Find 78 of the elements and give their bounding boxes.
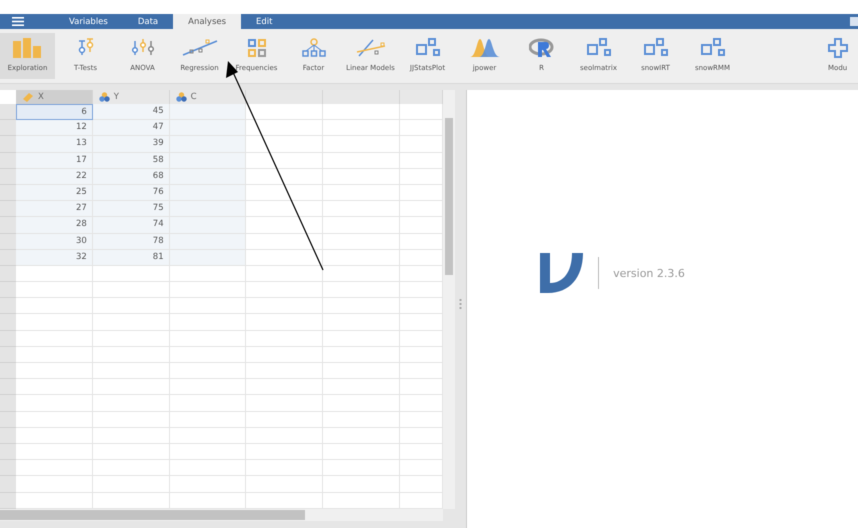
plus-icon xyxy=(828,38,848,58)
row-header[interactable] xyxy=(0,217,16,234)
row-header[interactable] xyxy=(0,152,16,169)
row-header[interactable] xyxy=(0,266,16,282)
scatter-line-icon xyxy=(182,38,218,58)
row-header[interactable] xyxy=(0,346,16,363)
column-header[interactable] xyxy=(400,90,443,104)
menu-tab[interactable]: Data xyxy=(122,14,174,29)
table-cell: 68 xyxy=(92,168,170,185)
row-header[interactable] xyxy=(0,428,16,444)
row-header[interactable] xyxy=(0,298,16,314)
scrollbar[interactable] xyxy=(443,90,455,509)
table-cell: 45 xyxy=(92,104,170,120)
table-cell: 76 xyxy=(92,184,170,202)
menu-icon[interactable] xyxy=(12,17,24,26)
row-header[interactable] xyxy=(0,363,16,380)
table-cell: 58 xyxy=(92,152,170,169)
table-cell: 17 xyxy=(16,152,93,169)
row-header[interactable] xyxy=(0,395,16,412)
grid-icon xyxy=(248,39,266,57)
menu-tab[interactable]: Analyses xyxy=(173,14,242,29)
scatter-line-icon xyxy=(354,38,386,58)
row-header[interactable] xyxy=(0,184,16,202)
distribution-icon xyxy=(468,38,500,58)
row-header[interactable] xyxy=(0,314,16,331)
row-header[interactable] xyxy=(0,330,16,347)
table-cell: 25 xyxy=(16,184,93,202)
row-header[interactable] xyxy=(0,136,16,153)
menu-tab[interactable]: Variables xyxy=(54,14,123,29)
table-cell: 78 xyxy=(92,234,170,250)
column-header[interactable]: Y xyxy=(92,90,170,104)
row-header[interactable] xyxy=(0,250,16,266)
version-label: version 2.3.6 xyxy=(613,266,685,280)
hierarchy-icon xyxy=(302,38,326,58)
row-header[interactable] xyxy=(0,412,16,428)
row-header[interactable] xyxy=(0,234,16,250)
row-header[interactable] xyxy=(0,379,16,396)
column-header[interactable]: X xyxy=(16,90,93,104)
table-cell: 39 xyxy=(92,136,170,153)
table-cell: 32 xyxy=(16,250,93,266)
row-header[interactable] xyxy=(0,201,16,218)
table-cell: 47 xyxy=(92,120,170,136)
module-icon xyxy=(416,38,440,58)
table-cell: 12 xyxy=(16,120,93,136)
row-header[interactable] xyxy=(0,168,16,185)
row-header[interactable] xyxy=(0,120,16,136)
table-cell: 6 xyxy=(16,104,93,120)
table-cell: 75 xyxy=(92,201,170,218)
table-cell: 74 xyxy=(92,217,170,234)
column-header[interactable] xyxy=(323,90,400,104)
grip-icon[interactable] xyxy=(459,299,462,309)
table-cell: 27 xyxy=(16,201,93,218)
row-header[interactable] xyxy=(0,104,16,120)
table-cell: 22 xyxy=(16,168,93,185)
bar-chart-icon xyxy=(12,38,42,58)
r-logo-icon xyxy=(528,38,554,58)
table-cell: 13 xyxy=(16,136,93,153)
module-icon xyxy=(586,38,610,58)
row-header[interactable] xyxy=(0,476,16,492)
row-header[interactable] xyxy=(0,460,16,476)
ruler-icon xyxy=(22,92,34,102)
menu-tab[interactable]: Edit xyxy=(241,14,288,29)
table-cell: 81 xyxy=(92,250,170,266)
column-header[interactable] xyxy=(246,90,324,104)
collapse-icon[interactable] xyxy=(850,17,858,26)
column-header[interactable]: C xyxy=(170,90,246,104)
nominal-icon xyxy=(98,92,110,102)
module-icon xyxy=(700,38,724,58)
module-icon xyxy=(644,38,668,58)
error-bar-icon xyxy=(130,38,154,58)
table-cell: 30 xyxy=(16,234,93,250)
scrollbar[interactable] xyxy=(0,509,443,521)
table-cell: 28 xyxy=(16,217,93,234)
nominal-icon xyxy=(176,92,187,102)
row-header[interactable] xyxy=(0,444,16,460)
row-header[interactable] xyxy=(0,492,16,509)
logo-icon xyxy=(540,253,584,293)
row-header[interactable] xyxy=(0,282,16,298)
